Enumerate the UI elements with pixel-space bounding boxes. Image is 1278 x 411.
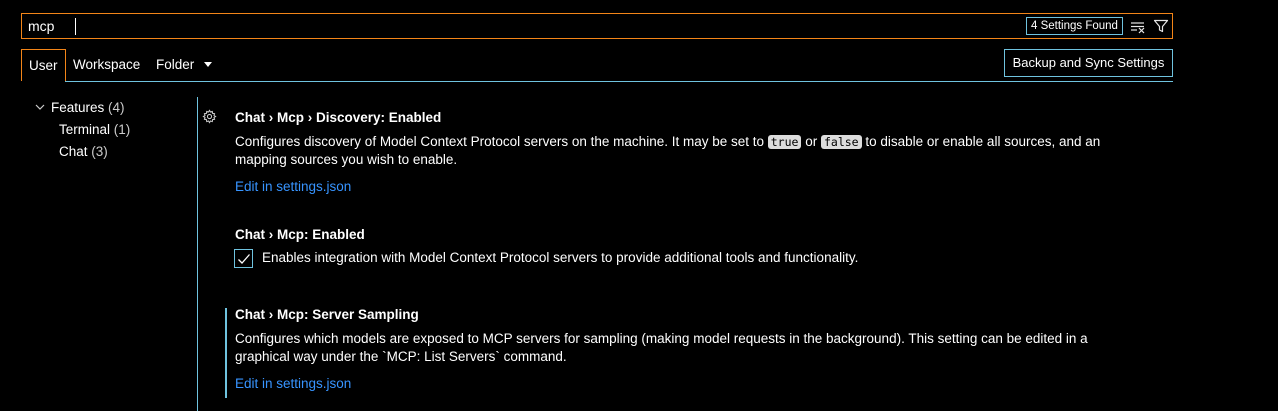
code-true: true bbox=[767, 135, 802, 149]
chevron-down-icon[interactable] bbox=[35, 102, 45, 112]
toc-label: Features bbox=[51, 100, 105, 115]
clear-filter-icon[interactable] bbox=[1130, 19, 1146, 35]
toc-count: (1) bbox=[113, 122, 131, 137]
tab-workspace[interactable]: Workspace bbox=[66, 49, 147, 81]
tab-folder[interactable]: Folder bbox=[149, 49, 201, 81]
tab-user[interactable]: User bbox=[21, 49, 66, 81]
toc-count: (4) bbox=[108, 100, 125, 115]
code-false: false bbox=[820, 135, 862, 149]
text-cursor bbox=[75, 18, 76, 35]
chevron-down-icon[interactable] bbox=[204, 62, 212, 67]
results-count-badge: 4 Settings Found bbox=[1026, 17, 1123, 35]
setting-title-server-sampling: Chat › Mcp: Server Sampling bbox=[235, 307, 419, 322]
tabs-divider bbox=[65, 81, 1173, 82]
checkmark-icon bbox=[238, 254, 250, 264]
settings-search-box[interactable]: 4 Settings Found bbox=[21, 13, 1173, 39]
setting-description-server-sampling: Configures which models are exposed to M… bbox=[235, 331, 1088, 364]
toc-item-features[interactable]: Features (4) bbox=[51, 100, 125, 115]
edit-settings-json-link[interactable]: Edit in settings.json bbox=[235, 376, 351, 391]
checkbox-label: Enables integration with Model Context P… bbox=[262, 250, 859, 265]
toc-item-terminal[interactable]: Terminal (1) bbox=[59, 122, 130, 137]
toc-count: (3) bbox=[91, 144, 108, 159]
setting-description-discovery: Configures discovery of Model Context Pr… bbox=[235, 134, 1101, 167]
toc-item-chat[interactable]: Chat (3) bbox=[59, 144, 108, 159]
focus-indicator bbox=[225, 308, 227, 398]
setting-title-discovery: Chat › Mcp › Discovery: Enabled bbox=[235, 110, 442, 125]
edit-settings-json-link[interactable]: Edit in settings.json bbox=[235, 179, 351, 194]
search-input[interactable] bbox=[28, 17, 928, 35]
toc-label: Terminal bbox=[59, 122, 111, 137]
toc-label: Chat bbox=[59, 144, 88, 159]
backup-sync-button[interactable]: Backup and Sync Settings bbox=[1004, 49, 1173, 77]
gear-icon[interactable] bbox=[202, 109, 217, 124]
mcp-enabled-checkbox[interactable] bbox=[234, 249, 253, 268]
setting-title-enabled: Chat › Mcp: Enabled bbox=[235, 227, 365, 242]
filter-icon[interactable] bbox=[1153, 18, 1169, 34]
toc-divider bbox=[197, 97, 198, 411]
